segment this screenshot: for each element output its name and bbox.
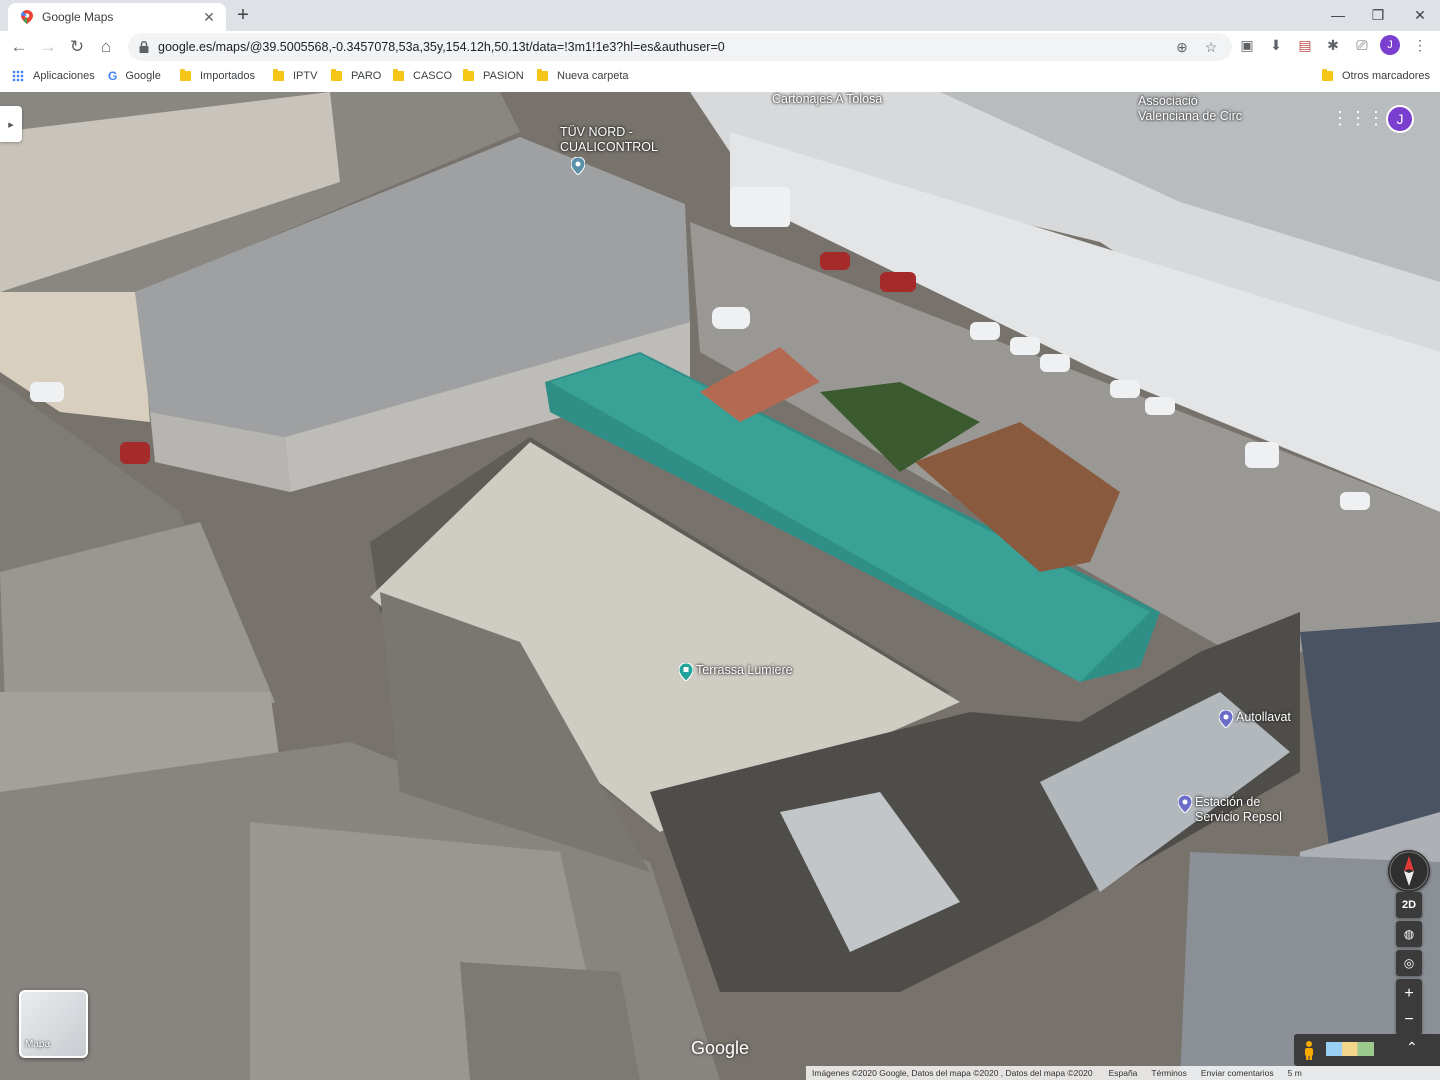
- folder-icon: [537, 68, 548, 81]
- folder-icon: [393, 68, 404, 81]
- pin-icon: [571, 157, 585, 175]
- menu-kebab-icon[interactable]: ⋮: [1409, 34, 1431, 56]
- map-type-switcher[interactable]: Mapa: [19, 990, 88, 1058]
- bookmark-folder-casco[interactable]: CASCO: [393, 67, 452, 84]
- globe-icon[interactable]: ◍: [1396, 921, 1422, 947]
- place-label[interactable]: Associació Valenciana de Circ: [1138, 94, 1242, 124]
- folder-icon: [463, 68, 474, 81]
- reload-icon[interactable]: ↻: [64, 34, 90, 60]
- my-location-icon[interactable]: ◎: [1396, 950, 1422, 976]
- side-panel-toggle[interactable]: ▸: [0, 106, 22, 142]
- extension-screenshot-icon[interactable]: ▣: [1236, 34, 1258, 56]
- back-icon[interactable]: ←: [6, 34, 32, 60]
- poi-label: Terrassa Lumiere: [696, 663, 793, 677]
- google-apps-icon[interactable]: ⋮⋮⋮: [1331, 108, 1385, 128]
- poi-tuv-nord[interactable]: TÜV NORD - CUALICONTROL: [560, 125, 658, 175]
- tab-google-maps[interactable]: Google Maps ✕: [8, 3, 226, 31]
- terms-link[interactable]: Términos: [1151, 1068, 1186, 1078]
- map-footer: Imágenes ©2020 Google, Datos del mapa ©2…: [806, 1066, 1440, 1080]
- home-icon[interactable]: ⌂: [93, 34, 119, 60]
- map-3d-view[interactable]: ▸ Cartonajes A Tolosa Associació Valenci…: [0, 92, 1440, 1080]
- extensions-puzzle-icon[interactable]: ✱: [1322, 34, 1344, 56]
- zoom-in-button[interactable]: +: [1404, 981, 1413, 1007]
- poi-repsol[interactable]: Estación de Servicio Repsol: [1178, 795, 1282, 825]
- maps-pin-icon: [20, 10, 34, 24]
- poi-label: Autollavat: [1236, 710, 1291, 724]
- forward-icon[interactable]: →: [35, 34, 61, 60]
- attribution-text: Imágenes ©2020 Google, Datos del mapa ©2…: [812, 1068, 1093, 1078]
- url-input[interactable]: [158, 40, 1158, 54]
- close-tab-icon[interactable]: ✕: [200, 8, 218, 26]
- zoom-out-button[interactable]: −: [1404, 1007, 1413, 1033]
- folder-icon: [180, 68, 191, 81]
- bookmark-folder-otros[interactable]: Otros marcadores: [1322, 67, 1430, 84]
- poi-label: Estación de Servicio Repsol: [1195, 795, 1282, 824]
- download-icon[interactable]: ⬇: [1265, 34, 1287, 56]
- scale-label[interactable]: 5 m: [1288, 1068, 1302, 1078]
- account-avatar[interactable]: J: [1386, 105, 1414, 133]
- poi-autollavat[interactable]: Autollavat: [1219, 710, 1291, 728]
- expand-up-icon[interactable]: ⌃: [1406, 1039, 1418, 1056]
- bookmark-folder-iptv[interactable]: IPTV: [273, 67, 317, 84]
- compass-icon[interactable]: [1388, 850, 1430, 892]
- restore-icon[interactable]: ❐: [1358, 0, 1398, 30]
- zoom-control: + −: [1396, 979, 1422, 1035]
- address-bar[interactable]: ⊕ ☆: [128, 33, 1232, 61]
- pdf-extension-icon[interactable]: ▤: [1294, 34, 1316, 56]
- poi-terrassa-lumiere[interactable]: Terrassa Lumiere: [679, 663, 793, 681]
- bookmark-folder-importados[interactable]: Importados: [180, 67, 255, 84]
- pin-icon: [1178, 795, 1192, 813]
- folder-icon: [331, 68, 342, 81]
- pin-icon: [1219, 710, 1233, 728]
- browser-toolbar: ← → ↻ ⌂ ⊕ ☆ ▣ ⬇ ▤ ✱ ⎚ J ⋮: [0, 31, 1440, 63]
- lock-icon: [136, 39, 152, 55]
- bookmark-star-icon[interactable]: ☆: [1201, 37, 1221, 57]
- imagery-thumbnails[interactable]: [1326, 1042, 1374, 1056]
- new-tab-button[interactable]: +: [232, 4, 254, 26]
- bookmark-folder-pasion[interactable]: PASION: [463, 67, 524, 84]
- folder-icon: [273, 68, 284, 81]
- browser-chrome: Google Maps ✕ + — ❐ ✕ ← → ↻ ⌂ ⊕ ☆ ▣ ⬇ ▤ …: [0, 0, 1440, 92]
- bookmark-apps[interactable]: Aplicaciones: [12, 67, 95, 84]
- poi-label: TÜV NORD - CUALICONTROL: [560, 125, 658, 154]
- aerial-imagery: [0, 92, 1440, 1080]
- pin-icon: [679, 663, 693, 681]
- zoom-lens-icon[interactable]: ⊕: [1172, 37, 1192, 57]
- google-g-icon: G: [108, 68, 118, 83]
- minimize-icon[interactable]: —: [1318, 0, 1358, 30]
- apps-grid-icon: [12, 69, 24, 82]
- bottom-controls: ⌃: [1294, 1034, 1440, 1066]
- cast-icon[interactable]: ⎚: [1351, 34, 1373, 56]
- tab-strip: Google Maps ✕ + — ❐ ✕: [0, 0, 1440, 31]
- bookmarks-bar: Aplicaciones G Google Importados IPTV PA…: [0, 63, 1440, 87]
- country-link[interactable]: España: [1109, 1068, 1138, 1078]
- toggle-2d-button[interactable]: 2D: [1396, 892, 1422, 918]
- folder-icon: [1322, 68, 1333, 81]
- close-window-icon[interactable]: ✕: [1400, 0, 1440, 30]
- tab-title: Google Maps: [42, 10, 114, 24]
- pegman-icon[interactable]: [1302, 1040, 1316, 1060]
- bookmark-google[interactable]: G Google: [108, 67, 161, 84]
- bookmark-folder-paro[interactable]: PARO: [331, 67, 381, 84]
- minimap-label: Mapa: [25, 1039, 51, 1050]
- bookmark-folder-nueva-carpeta[interactable]: Nueva carpeta: [537, 67, 629, 84]
- google-logo: Google: [691, 1038, 750, 1058]
- place-label[interactable]: Cartonajes A Tolosa: [772, 92, 882, 107]
- profile-avatar[interactable]: J: [1380, 35, 1400, 55]
- feedback-link[interactable]: Enviar comentarios: [1201, 1068, 1274, 1078]
